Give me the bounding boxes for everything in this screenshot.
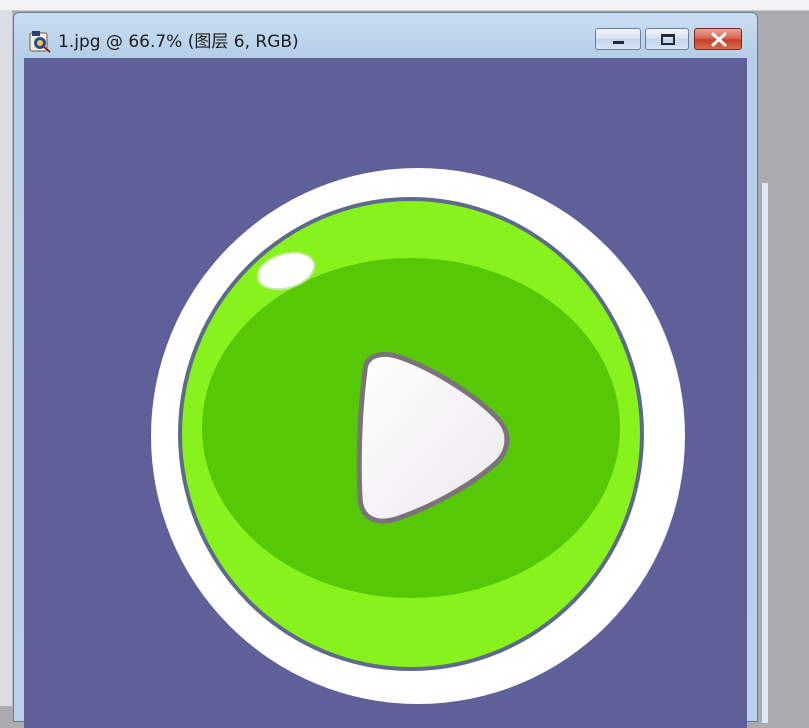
- document-window: 1.jpg @ 66.7% (图层 6, RGB): [13, 12, 768, 728]
- window-right-edge: [762, 183, 768, 723]
- title-bar[interactable]: 1.jpg @ 66.7% (图层 6, RGB): [14, 13, 757, 57]
- maximize-icon: [661, 34, 675, 45]
- minimize-button[interactable]: [595, 28, 641, 50]
- document-title: 1.jpg @ 66.7% (图层 6, RGB): [58, 32, 299, 52]
- close-button[interactable]: [694, 28, 742, 50]
- canvas-artwork: [151, 168, 685, 704]
- minimize-icon: [613, 41, 624, 44]
- image-canvas[interactable]: [24, 58, 747, 728]
- photoshop-document-icon[interactable]: [29, 31, 51, 53]
- close-icon: [711, 32, 727, 47]
- maximize-button[interactable]: [645, 28, 689, 50]
- workspace-left-panel-edge: [0, 10, 13, 706]
- workspace-top-strip: [0, 0, 809, 11]
